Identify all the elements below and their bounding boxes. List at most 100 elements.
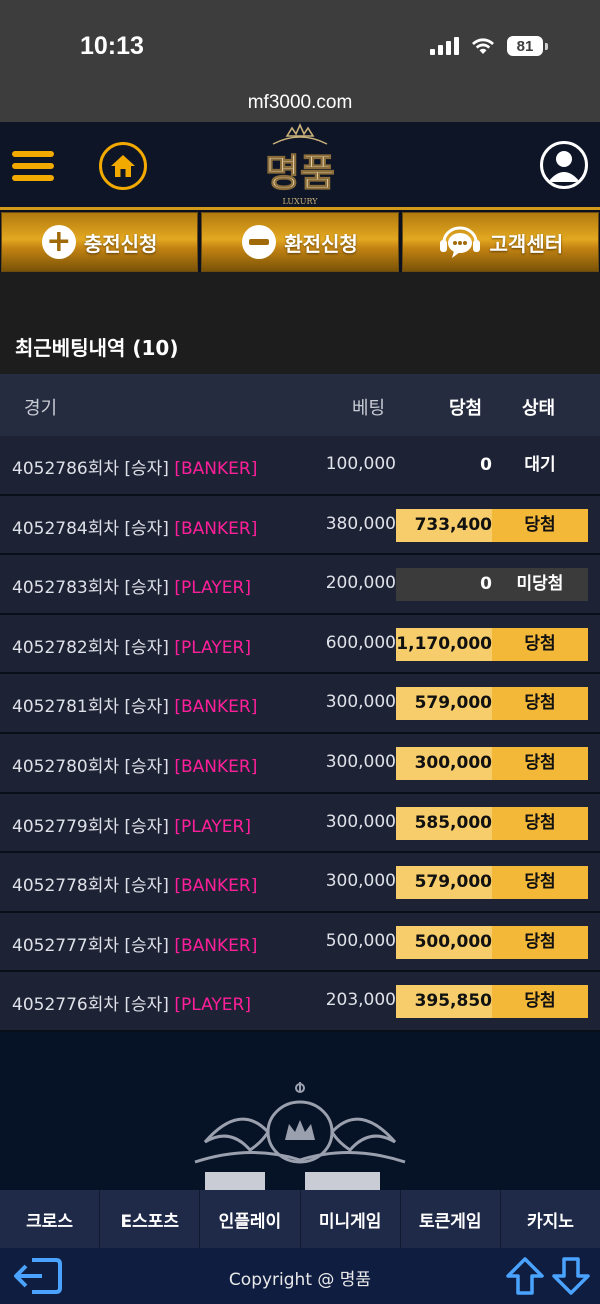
menu-icon[interactable] bbox=[12, 151, 54, 181]
logo-subtext: LUXURY bbox=[282, 197, 318, 206]
row-state: 미당첨 bbox=[492, 568, 588, 602]
scroll-down-icon[interactable] bbox=[551, 1256, 591, 1296]
header: 명품 LUXURY bbox=[0, 122, 600, 208]
table-row[interactable]: 4052781회차 [승자] [BANKER] 300,000 579,000 … bbox=[0, 674, 600, 734]
row-state: 당첨 bbox=[492, 508, 588, 542]
row-pick: [PLAYER] bbox=[174, 637, 251, 658]
table-row[interactable]: 4052778회차 [승자] [BANKER] 300,000 579,000 … bbox=[0, 853, 600, 913]
nav-inplay[interactable]: 인플레이 bbox=[200, 1190, 301, 1248]
row-pick: [BANKER] bbox=[174, 518, 258, 539]
deposit-button[interactable]: + 충전신청 bbox=[1, 212, 199, 272]
url-bar[interactable]: mf3000.com bbox=[0, 86, 600, 122]
user-icon[interactable] bbox=[540, 141, 588, 189]
nav-cross[interactable]: 크로스 bbox=[0, 1190, 101, 1248]
deposit-label: 충전신청 bbox=[83, 231, 158, 256]
home-icon[interactable] bbox=[99, 142, 147, 190]
row-pick: [BANKER] bbox=[174, 697, 258, 718]
row-win: 395,850 bbox=[396, 985, 492, 1019]
row-win: 585,000 bbox=[396, 806, 492, 840]
row-win: 733,400 bbox=[396, 508, 492, 542]
header-win: 당첨 bbox=[449, 398, 483, 419]
row-pick: [PLAYER] bbox=[174, 995, 251, 1016]
row-bet: 380,000 bbox=[325, 513, 396, 534]
scroll-up-icon[interactable] bbox=[505, 1256, 545, 1296]
table-row[interactable]: 4052786회차 [승자] [BANKER] 100,000 0 대기 bbox=[0, 436, 600, 496]
row-game: 4052779회차 [승자] [PLAYER] bbox=[12, 816, 251, 837]
header-game: 경기 bbox=[24, 398, 58, 419]
table-row[interactable]: 4052784회차 [승자] [BANKER] 380,000 733,400 … bbox=[0, 495, 600, 556]
withdraw-label: 환전신청 bbox=[284, 231, 358, 256]
minus-circle-icon bbox=[242, 225, 277, 259]
support-button[interactable]: 고객센터 bbox=[401, 212, 599, 272]
row-win: 0 bbox=[396, 568, 492, 602]
bottom-nav: 크로스 E스포츠 인플레이 미니게임 토큰게임 카지노 bbox=[0, 1190, 600, 1248]
row-pick: [PLAYER] bbox=[174, 578, 251, 599]
row-bet: 300,000 bbox=[325, 692, 396, 713]
plus-circle-icon: + bbox=[41, 225, 76, 259]
row-bet: 600,000 bbox=[325, 632, 396, 653]
row-win: 0 bbox=[480, 455, 492, 475]
table-row[interactable]: 4052782회차 [승자] [PLAYER] 600,000 1,170,00… bbox=[0, 614, 600, 675]
row-pick: [BANKER] bbox=[174, 876, 258, 897]
bet-list: 4052786회차 [승자] [BANKER] 100,000 0 대기 405… bbox=[0, 436, 600, 1032]
battery-level: 81 bbox=[507, 36, 543, 56]
row-bet: 300,000 bbox=[325, 751, 396, 772]
nav-tokengame[interactable]: 토큰게임 bbox=[401, 1190, 501, 1248]
table-row[interactable]: 4052780회차 [승자] [BANKER] 300,000 300,000 … bbox=[0, 733, 600, 794]
row-game: 4052776회차 [승자] [PLAYER] bbox=[12, 995, 251, 1016]
row-bet: 500,000 bbox=[325, 930, 396, 951]
row-bet: 100,000 bbox=[325, 454, 396, 474]
row-state: 당첨 bbox=[492, 866, 588, 900]
section-title: 최근베팅내역 (10) bbox=[15, 336, 179, 360]
nav-esports[interactable]: E스포츠 bbox=[100, 1190, 201, 1248]
battery-icon: 81 bbox=[507, 36, 548, 56]
row-bet: 300,000 bbox=[325, 811, 396, 832]
status-time: 10:13 bbox=[80, 32, 144, 60]
support-label: 고객센터 bbox=[489, 231, 564, 256]
header-state: 상태 bbox=[522, 398, 556, 419]
row-pick: [BANKER] bbox=[174, 459, 258, 479]
row-game: 4052782회차 [승자] [PLAYER] bbox=[12, 637, 251, 658]
table-row[interactable]: 4052779회차 [승자] [PLAYER] 300,000 585,000 … bbox=[0, 793, 600, 854]
nav-minigame[interactable]: 미니게임 bbox=[301, 1190, 401, 1248]
row-game: 4052783회차 [승자] [PLAYER] bbox=[12, 578, 251, 599]
betting-history-section: 최근베팅내역 (10) bbox=[0, 272, 600, 374]
row-win: 579,000 bbox=[396, 866, 492, 900]
status-bar: 10:13 81 bbox=[0, 0, 600, 86]
wifi-icon bbox=[472, 38, 494, 54]
row-bet: 200,000 bbox=[325, 573, 396, 594]
status-icons: 81 bbox=[430, 36, 548, 56]
row-bet: 203,000 bbox=[325, 990, 396, 1011]
row-game: 4052784회차 [승자] [BANKER] bbox=[12, 518, 258, 539]
row-game: 4052777회차 [승자] [BANKER] bbox=[12, 935, 258, 956]
footer-emblem bbox=[194, 1082, 406, 1190]
row-game: 4052781회차 [승자] [BANKER] bbox=[12, 697, 258, 718]
table-row[interactable]: 4052776회차 [승자] [PLAYER] 203,000 395,850 … bbox=[0, 972, 600, 1032]
row-state: 당첨 bbox=[492, 687, 588, 721]
row-game: 4052780회차 [승자] [BANKER] bbox=[12, 756, 258, 777]
row-state: 당첨 bbox=[492, 985, 588, 1019]
row-game: 4052778회차 [승자] [BANKER] bbox=[12, 876, 258, 897]
action-bar: + 충전신청 환전신청 고객센터 bbox=[0, 212, 600, 272]
row-state: 당첨 bbox=[492, 925, 588, 959]
signal-icon bbox=[430, 37, 459, 55]
withdraw-button[interactable]: 환전신청 bbox=[201, 212, 399, 272]
row-state: 당첨 bbox=[492, 746, 588, 780]
copyright-bar: Copyright @ 명품 bbox=[0, 1248, 600, 1304]
logo-text: 명품 bbox=[265, 150, 335, 195]
row-win: 1,170,000 bbox=[396, 627, 492, 661]
table-header: 경기 베팅 당첨 상태 bbox=[0, 374, 600, 436]
row-pick: [BANKER] bbox=[174, 935, 258, 956]
table-row[interactable]: 4052777회차 [승자] [BANKER] 500,000 500,000 … bbox=[0, 912, 600, 973]
row-pick: [PLAYER] bbox=[174, 816, 251, 837]
row-bet: 300,000 bbox=[325, 871, 396, 892]
row-state: 대기 bbox=[524, 455, 556, 475]
chat-support-icon bbox=[439, 226, 480, 258]
footer-logo-area bbox=[0, 1032, 600, 1190]
brand-logo[interactable]: 명품 LUXURY bbox=[245, 122, 355, 208]
row-pick: [BANKER] bbox=[174, 756, 258, 777]
header-divider bbox=[0, 207, 600, 210]
nav-casino[interactable]: 카지노 bbox=[501, 1190, 600, 1248]
table-row[interactable]: 4052783회차 [승자] [PLAYER] 200,000 0 미당첨 bbox=[0, 555, 600, 615]
row-state: 당첨 bbox=[492, 806, 588, 840]
